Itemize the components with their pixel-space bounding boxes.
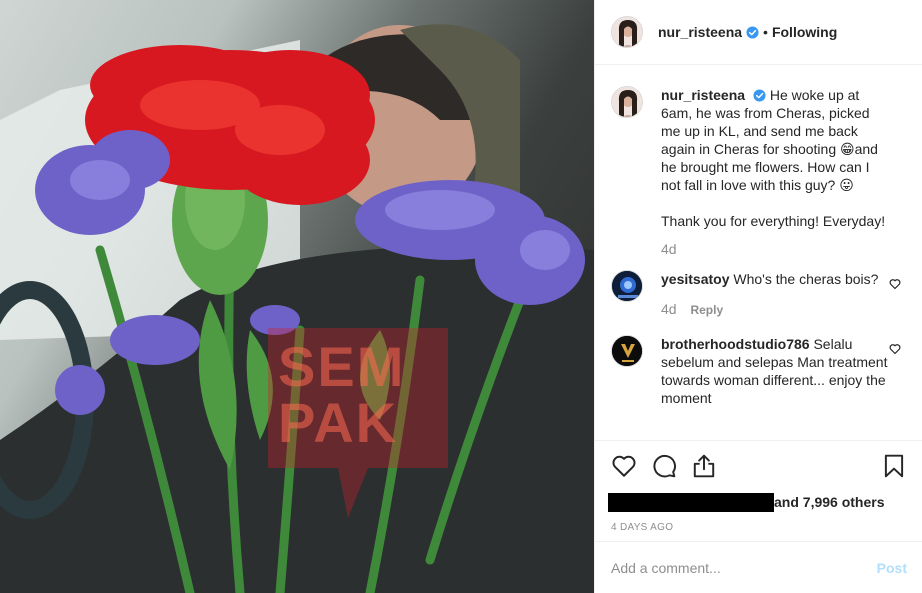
verified-badge-icon — [753, 89, 766, 102]
reply-button[interactable]: Reply — [690, 303, 723, 317]
share-icon[interactable] — [691, 453, 717, 479]
author-username[interactable]: nur_risteena — [658, 24, 742, 40]
verified-badge-icon — [746, 25, 759, 39]
post-actions: and 7,996 others 4 DAYS AGO — [595, 440, 922, 541]
bookmark-icon[interactable] — [881, 453, 907, 479]
add-comment-input[interactable] — [611, 559, 877, 576]
post-photo[interactable]: SEM PAK — [0, 0, 594, 593]
comment-item: yesitsatoy Who's the cheras bois? 4d Rep… — [611, 270, 907, 319]
avatar-portrait-icon — [612, 87, 642, 117]
caption-age: 4d — [661, 241, 677, 257]
header-separator: • — [763, 24, 768, 40]
comment-body: brotherhoodstudio786 Selalu sebelum and … — [661, 335, 891, 407]
post-timestamp: 4 DAYS AGO — [611, 522, 674, 533]
likes-summary[interactable]: and 7,996 others — [608, 491, 907, 513]
like-comment-heart-icon[interactable] — [889, 343, 901, 355]
post-header: nur_risteena • Following — [595, 0, 922, 65]
heart-icon[interactable] — [611, 453, 637, 479]
redacted-liker-block — [608, 492, 774, 512]
caption-text-2: Thank you for everything! Everyday! — [661, 213, 886, 229]
commenter-avatar[interactable] — [611, 270, 643, 302]
comment-username[interactable]: brotherhoodstudio786 — [661, 336, 810, 352]
comment-age: 4d — [661, 301, 677, 317]
comment-username[interactable]: yesitsatoy — [661, 271, 729, 287]
comment-item: brotherhoodstudio786 Selalu sebelum and … — [611, 335, 907, 407]
caption-body: nur_risteena He woke up at 6am, he was f… — [661, 86, 891, 258]
post-side-panel: nur_risteena • Following nur_risteena He… — [594, 0, 922, 593]
comments-list[interactable]: nur_risteena He woke up at 6am, he was f… — [595, 66, 922, 440]
comment-icon[interactable] — [651, 453, 677, 479]
post-comment-button[interactable]: Post — [877, 560, 907, 576]
add-comment-bar: Post — [595, 541, 922, 593]
caption-avatar[interactable] — [611, 86, 643, 118]
author-avatar[interactable] — [611, 16, 643, 48]
avatar-portrait-icon — [612, 17, 642, 47]
avatar-icon — [612, 271, 642, 301]
comment-text: Who's the cheras bois? — [733, 271, 879, 287]
caption-username[interactable]: nur_risteena — [661, 87, 745, 103]
like-comment-heart-icon[interactable] — [889, 278, 901, 290]
likes-count-text[interactable]: and 7,996 others — [774, 494, 885, 510]
watermark-line2: PAK — [278, 391, 399, 454]
following-button[interactable]: Following — [772, 24, 837, 40]
commenter-avatar[interactable] — [611, 335, 643, 367]
action-icons — [611, 441, 907, 491]
avatar-logo-icon — [612, 336, 642, 366]
comment-body: yesitsatoy Who's the cheras bois? 4d Rep… — [661, 270, 891, 319]
watermark: SEM PAK — [258, 318, 458, 518]
caption: nur_risteena He woke up at 6am, he was f… — [611, 86, 907, 258]
